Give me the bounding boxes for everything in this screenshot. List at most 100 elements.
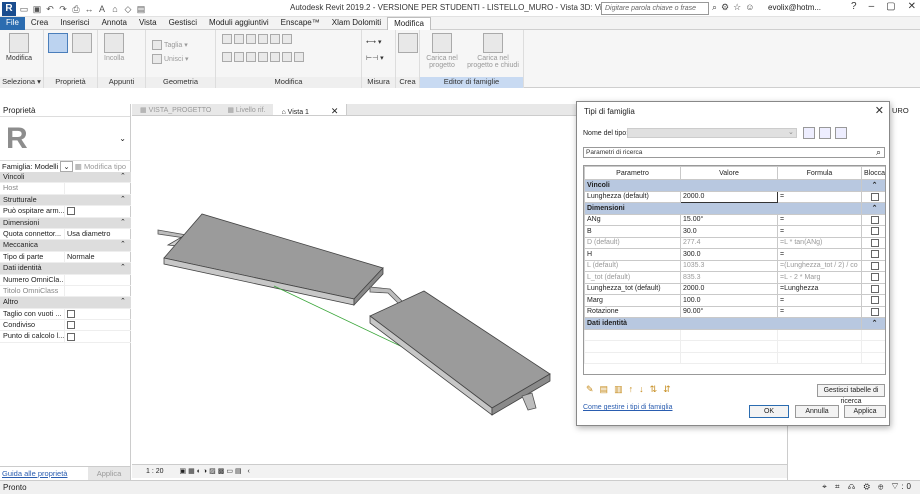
lock-checkbox[interactable] <box>870 261 879 270</box>
tab-livello-rif[interactable]: ▦ Livello rif. <box>219 104 273 115</box>
lock-checkbox[interactable] <box>870 215 879 224</box>
lock-checkbox[interactable] <box>870 238 879 247</box>
view-controls-icons[interactable]: ▣▦◐◑▨▩▭▤ ‹ <box>179 468 251 475</box>
ok-button[interactable]: OK <box>749 405 789 418</box>
dimension-button[interactable]: ⊢⊣ ▾ <box>366 54 384 62</box>
align-icon[interactable] <box>222 34 232 44</box>
apply-button[interactable]: Applica <box>844 405 886 418</box>
measure-button[interactable]: ⟷ ▾ <box>366 38 382 46</box>
property-row[interactable]: Punto di calcolo l... <box>0 331 131 343</box>
property-category[interactable]: Dati identità ⌃ <box>0 263 131 275</box>
lock-cell[interactable] <box>861 213 885 226</box>
new-parameter-icon[interactable]: ▤ <box>600 384 609 395</box>
parameter-row[interactable]: Marg 100.0 = <box>584 294 885 307</box>
tab-annota[interactable]: Annota <box>96 17 133 30</box>
user-icon[interactable]: ☺ <box>745 2 754 13</box>
collapse-group-icon[interactable]: ⌃ <box>861 179 885 192</box>
favorites-icon[interactable]: ☆ <box>733 2 741 13</box>
tab-xlam-dolomiti[interactable]: Xlam Dolomiti <box>326 17 387 30</box>
property-category[interactable]: Strutturale ⌃ <box>0 194 131 207</box>
mirror-axis-icon[interactable] <box>246 34 256 44</box>
tab-vista[interactable]: Vista <box>133 17 163 30</box>
collapse-group-icon[interactable]: ⌃ <box>861 202 885 215</box>
parameter-formula[interactable]: =L * tan(ANg) <box>777 236 862 249</box>
tab-file[interactable]: File <box>0 17 25 30</box>
section-icon[interactable]: ◇ <box>123 4 133 14</box>
offset-icon[interactable] <box>234 34 244 44</box>
chevron-down-icon[interactable]: ⌄ <box>119 134 126 143</box>
parameter-value[interactable]: 100.0 <box>680 294 778 307</box>
lock-checkbox[interactable] <box>870 192 879 201</box>
type-selector[interactable]: Famiglia: Modelli ⌄ ▦ Modifica tipo <box>0 160 131 172</box>
binoculars-icon[interactable]: ⌕ <box>712 2 717 13</box>
cut-button[interactable]: Taglia ▾ <box>152 40 188 50</box>
open-icon[interactable]: ▭ <box>19 4 29 14</box>
lock-cell[interactable] <box>861 305 885 318</box>
collapse-icon[interactable]: ⌃ <box>120 240 126 250</box>
parameter-formula[interactable]: = <box>777 225 862 238</box>
property-value[interactable] <box>64 331 131 342</box>
parameter-row[interactable]: B 30.0 = <box>584 225 885 238</box>
parameter-group-row[interactable]: Dimensioni ⌃ <box>584 202 885 215</box>
tab-vista-progetto[interactable]: ▦ VISTA_PROGETTO <box>132 104 219 115</box>
property-value[interactable] <box>64 285 131 297</box>
move-down-icon[interactable]: ↓ <box>639 384 644 395</box>
parameter-formula[interactable]: = <box>777 213 862 226</box>
new-type-icon[interactable] <box>803 127 815 139</box>
parameter-group-row[interactable]: Dati identità ⌃ <box>584 317 885 330</box>
parameter-formula[interactable]: =(Lunghezza_tot / 2) / co <box>777 259 862 272</box>
redo-icon[interactable]: ↷ <box>58 4 68 14</box>
revit-logo-icon[interactable]: R <box>2 1 16 16</box>
dialog-close-icon[interactable]: ✕ <box>875 104 884 117</box>
collapse-icon[interactable]: ⌃ <box>120 218 126 228</box>
lock-checkbox[interactable] <box>870 296 879 305</box>
measure-icon[interactable]: ↔ <box>84 4 94 14</box>
collapse-icon[interactable]: ⌃ <box>120 297 126 307</box>
property-category[interactable]: Vincoli ⌃ <box>0 172 131 184</box>
property-value[interactable] <box>64 274 131 285</box>
edit-parameter-icon[interactable]: ✎ <box>586 384 594 395</box>
lock-checkbox[interactable] <box>870 307 879 316</box>
subscription-icon[interactable]: ⚙ <box>721 2 729 13</box>
load-project-close-button[interactable]: Carica nel progetto e chiudi <box>466 33 520 69</box>
undo-icon[interactable]: ↶ <box>45 4 55 14</box>
text-icon[interactable]: A <box>97 4 107 14</box>
parameter-value[interactable]: 277.4 <box>680 236 778 249</box>
close-view-icon[interactable]: ✕ <box>331 106 339 116</box>
modify-button[interactable]: Modifica <box>6 33 32 62</box>
property-checkbox[interactable] <box>67 309 75 318</box>
split-icon[interactable] <box>270 34 280 44</box>
switch-windows-icon[interactable]: ▤ <box>136 4 146 14</box>
properties-apply-button[interactable]: Applica <box>88 467 130 480</box>
property-category[interactable]: Dimensioni ⌃ <box>0 217 131 229</box>
lock-cell[interactable] <box>861 271 885 284</box>
property-checkbox[interactable] <box>67 332 75 341</box>
user-name[interactable]: evolix@hotm... <box>768 3 821 12</box>
close-icon[interactable]: ✕ <box>908 1 916 12</box>
family-properties-button[interactable] <box>48 33 68 55</box>
lock-cell[interactable] <box>861 294 885 307</box>
property-row[interactable]: Host <box>0 183 131 195</box>
trim-icon[interactable] <box>258 52 268 62</box>
lock-cell[interactable] <box>861 225 885 238</box>
join-button[interactable]: Unisci ▾ <box>152 54 189 64</box>
3d-view-icon[interactable]: ⌂ <box>110 4 120 14</box>
property-value[interactable] <box>64 206 131 217</box>
sort-ascending-icon[interactable]: ⇅ <box>650 384 658 395</box>
type-select-chevron-icon[interactable]: ⌄ <box>788 128 794 136</box>
move-up-icon[interactable]: ↑ <box>629 384 634 395</box>
property-value[interactable] <box>64 183 131 194</box>
parameter-formula[interactable]: = <box>777 248 862 261</box>
collapse-icon[interactable]: ⌃ <box>120 172 126 182</box>
cancel-button[interactable]: Annulla <box>795 405 839 418</box>
parameter-value[interactable]: 2000.0 <box>680 190 778 203</box>
property-row[interactable]: Condiviso <box>0 320 131 332</box>
column-parametro[interactable]: Parametro <box>584 166 681 180</box>
parameter-row[interactable]: Rotazione 90.00° = <box>584 305 885 318</box>
print-icon[interactable]: ⎙ <box>71 4 81 14</box>
load-into-project-button[interactable]: Carica nel progetto <box>424 33 460 69</box>
parameter-formula[interactable]: = <box>777 190 862 203</box>
lock-cell[interactable] <box>861 259 885 272</box>
save-icon[interactable]: ▣ <box>32 4 42 14</box>
parameter-group-row[interactable]: Vincoli ⌃ <box>584 179 885 192</box>
